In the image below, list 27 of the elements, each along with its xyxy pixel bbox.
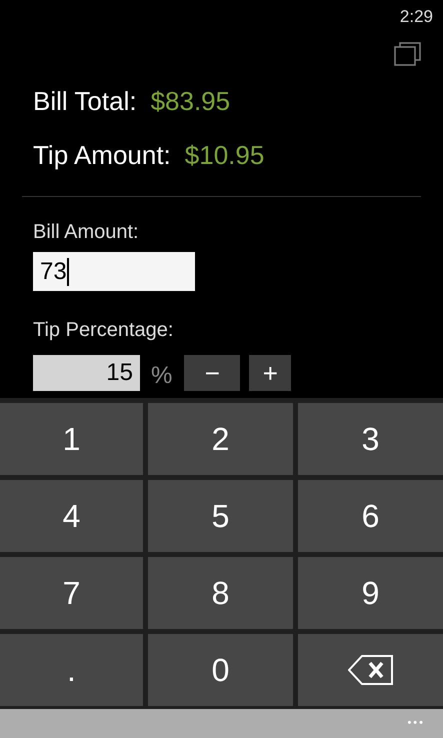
input-field[interactable]: 73 xyxy=(33,252,195,291)
key-button[interactable]: 7 xyxy=(0,557,143,629)
key-button[interactable]: 5 xyxy=(148,480,293,552)
percent-sign: % xyxy=(151,361,172,391)
summary-label: Tip Amount: xyxy=(33,138,171,172)
input-field[interactable]: 15 xyxy=(33,355,140,391)
key-button[interactable]: 9 xyxy=(298,557,443,629)
clock: 2:29 xyxy=(400,7,433,26)
key-button[interactable]: 3 xyxy=(298,403,443,475)
key-button[interactable]: 0 xyxy=(148,634,293,706)
decrement-button[interactable]: − xyxy=(184,355,240,391)
key-button[interactable]: 6 xyxy=(298,480,443,552)
summary-value: $83.95 xyxy=(150,84,230,118)
field-label: Bill Amount: xyxy=(32,220,140,245)
key-button[interactable]: 8 xyxy=(148,557,293,629)
backspace-button[interactable] xyxy=(298,634,443,706)
key-button[interactable]: 4 xyxy=(0,480,143,552)
increment-button[interactable]: + xyxy=(249,355,292,391)
summary-value: $10.95 xyxy=(184,138,264,172)
key-button[interactable]: . xyxy=(0,634,143,706)
backspace-icon xyxy=(348,654,394,686)
windows-icon[interactable] xyxy=(394,42,421,66)
key-button[interactable]: 2 xyxy=(148,403,293,475)
key-button[interactable]: 1 xyxy=(0,403,143,475)
text-cursor xyxy=(66,258,69,286)
summary-label: Bill Total: xyxy=(33,84,137,118)
field-label: Tip Percentage: xyxy=(32,318,174,343)
